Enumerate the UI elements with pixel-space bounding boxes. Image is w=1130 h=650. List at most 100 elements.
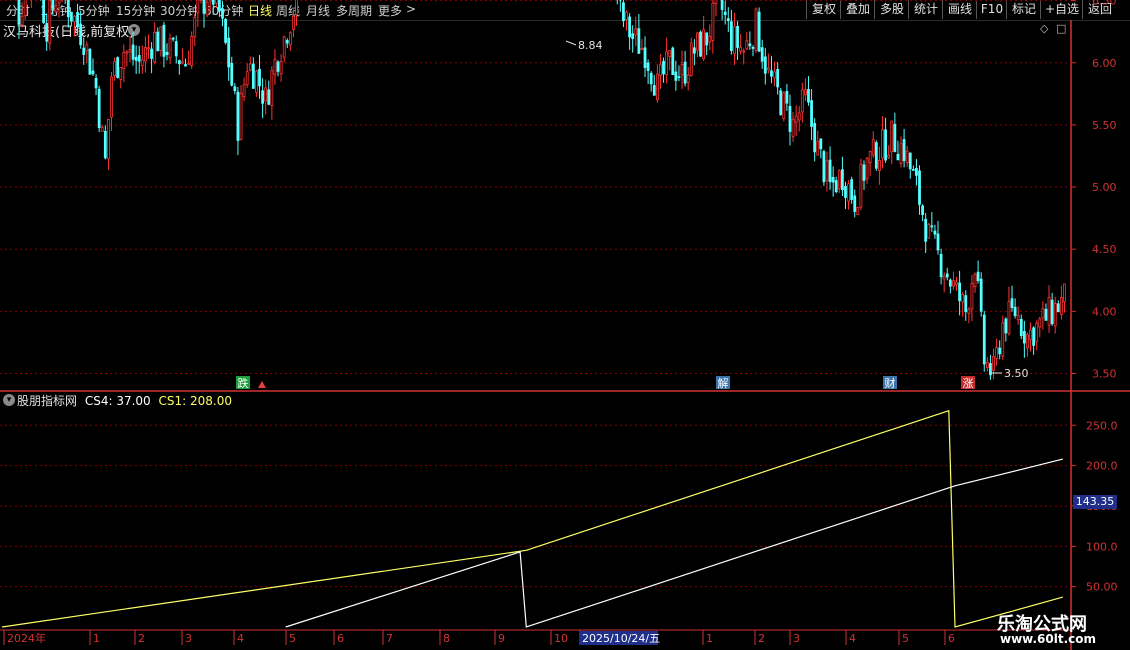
candle-body [66,0,70,18]
candle-body [763,56,767,74]
candle-body [871,139,875,156]
candle-body [1019,318,1023,337]
candle-body [924,218,928,242]
candle-body [239,92,243,140]
candle-body [224,19,227,43]
price-tick-label: 6.00 [1092,57,1117,70]
price-tick-label: 4.00 [1092,305,1117,318]
candle-body [1029,329,1032,340]
candle-body [955,281,958,285]
candle-body [214,0,218,4]
candle-body [233,86,237,92]
candle-body [128,49,132,53]
candle-body [859,163,863,208]
candle-body [868,151,872,164]
candle-body [251,63,255,89]
candle-body [720,0,724,10]
candle-body [881,129,884,159]
candle-body [159,26,163,52]
high-price-label: 8.84 [578,39,603,52]
candle-body [915,168,918,176]
candle-body [979,278,983,312]
event-marker: 涨 [963,377,974,390]
candle-body [88,48,92,75]
candle-body [982,314,986,365]
candle-body [69,11,73,22]
candle-body [125,51,129,54]
candle-body [791,118,795,137]
candle-body [887,154,891,158]
candle-body [113,61,116,76]
candle-body [828,159,832,183]
candle-body [696,32,699,51]
candle-body [17,0,21,25]
candle-body [23,0,27,17]
candle-body [177,60,181,65]
candle-body [662,60,665,75]
candle-body [258,68,261,87]
date-tick-label: 5 [902,632,909,645]
candle-body [110,76,113,118]
candle-body [896,153,900,161]
candle-body [992,355,995,371]
candle-body [242,84,246,98]
chart-canvas[interactable]: 8.508.007.507.006.506.005.505.004.504.00… [0,0,1130,650]
date-cursor-label: 2025/10/24/五 [582,632,660,645]
candle-body [134,56,138,61]
candle-body [97,88,101,129]
candle-body [248,63,252,71]
candle-body [631,33,635,40]
price-tick-label: 5.50 [1092,119,1117,132]
candle-body [878,160,881,171]
date-tick-label: 1 [706,632,713,645]
candle-body [267,89,271,105]
candle-body [751,46,755,49]
candle-body [948,279,952,287]
candle-body [1032,327,1036,346]
candle-body [1016,315,1020,321]
date-tick-label: 10 [554,632,568,645]
candle-body [1026,334,1029,349]
candle-body [736,26,739,48]
candle-body [884,129,887,161]
candle-body [622,2,625,22]
candle-body [702,29,706,60]
candle-body [714,0,718,4]
series-line-cs1 [1,409,1064,628]
candle-body [794,115,798,123]
candle-body [634,28,638,36]
candle-body [221,8,224,19]
candle-body [776,68,780,88]
candle-body [211,0,215,5]
candle-body [196,0,200,14]
candle-body [659,64,662,76]
candle-body [908,152,912,170]
candle-body [726,18,730,21]
candle-body [834,180,838,193]
candle-body [705,32,709,46]
candle-body [699,31,702,57]
date-tick-label: 1 [93,632,100,645]
date-tick-label: 3 [793,632,800,645]
candle-body [20,15,24,26]
candle-body [847,183,850,202]
candle-body [137,55,141,62]
candle-body [739,46,743,52]
candle-body [893,123,897,152]
indicator-tick-label: 100.0 [1086,540,1118,553]
date-axis: 2024年 1 2 3 4 5 6 7 8 9 10 2025/10/24/五 1 2 3 4 5 6 [3,630,955,645]
indicator-tick-label: 250.0 [1086,419,1118,432]
candle-body [760,47,764,62]
candle-body [865,158,869,180]
price-tick-label: 4.50 [1092,243,1117,256]
candle-body [100,126,104,132]
date-tick-label: 4 [849,632,856,645]
candle-body [1004,318,1008,334]
date-tick-label: 3 [185,632,192,645]
candle-body [646,62,650,71]
candle-body [1007,301,1011,334]
indicator-lines [1,409,1064,628]
candle-body [51,0,55,10]
candle-body [850,179,854,200]
candle-body [184,64,187,67]
